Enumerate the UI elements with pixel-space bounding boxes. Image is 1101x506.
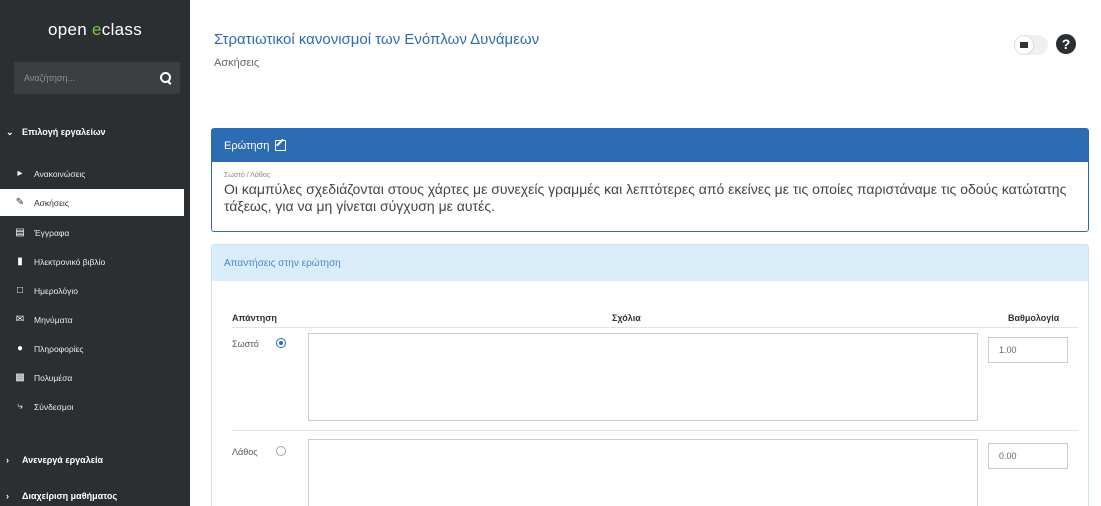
question-type: Σωστό / Λάθος (224, 172, 271, 179)
sidebar-item-calendar[interactable]: □ Ημερολόγιο (0, 277, 190, 304)
menu-group-main[interactable]: ⌄ Επιλογή εργαλείων (0, 119, 190, 145)
sidebar-search (14, 62, 180, 94)
announcements-icon: ▸ (17, 168, 23, 179)
search-icon[interactable] (160, 72, 172, 84)
documents-icon: ▤ (15, 227, 25, 238)
row-divider (232, 430, 1078, 431)
sidebar-item-links[interactable]: ⤷ Σύνδεσμοι (0, 393, 190, 420)
sidebar-item-exercises[interactable]: ✎ Ασκήσεις (0, 189, 184, 216)
chevron-right-icon: › (6, 455, 9, 465)
radio-wrong[interactable] (276, 446, 286, 456)
sidebar-item-label: Ηλεκτρονικό βιβλίο (34, 256, 106, 267)
ebook-icon: ▮ (17, 256, 23, 267)
links-icon: ⤷ (17, 401, 23, 412)
menu-group-inactive[interactable]: › Ανενεργά εργαλεία (0, 447, 190, 473)
logo-suffix: class (101, 20, 143, 39)
answers-header: Απαντήσεις στην ερώτηση (212, 245, 1088, 281)
answers-panel: Απαντήσεις στην ερώτηση Απάντηση Σχόλια … (211, 244, 1089, 506)
sidebar-item-label: Ανακοινώσεις (34, 168, 86, 179)
logo-prefix: open (47, 20, 93, 39)
grade-input-wrong[interactable]: 0.00 (988, 443, 1068, 469)
sidebar-item-label: Πολυμέσα (34, 372, 73, 383)
radio-correct[interactable] (276, 338, 286, 348)
comment-textarea-wrong[interactable] (308, 439, 978, 506)
course-title[interactable]: Στρατιωτικοί κανονισμοί των Ενόπλων Δυνά… (214, 31, 539, 48)
sidebar-item-label: Έγγραφα (34, 227, 70, 238)
sidebar-item-ebook[interactable]: ▮ Ηλεκτρονικό βιβλίο (0, 248, 190, 275)
breadcrumb: Ασκήσεις (214, 57, 260, 69)
question-header: Ερώτηση (212, 129, 1088, 162)
comment-textarea-correct[interactable] (308, 333, 978, 421)
menu-group-label: Επιλογή εργαλείων (22, 127, 106, 137)
info-icon: ● (16, 343, 24, 354)
column-header-comments: Σχόλια (612, 313, 641, 323)
menu-toggle-icon[interactable] (1014, 35, 1034, 55)
chevron-down-icon: ⌄ (6, 126, 14, 137)
sidebar: open eclass ⌄ Επιλογή εργαλείων ▸ Ανακοι… (0, 0, 190, 506)
chevron-right-icon: › (6, 491, 9, 501)
menu-group-manage[interactable]: › Διαχείριση μαθήματος (0, 483, 190, 506)
calendar-icon: □ (16, 285, 24, 296)
sidebar-item-documents[interactable]: ▤ Έγγραφα (0, 219, 190, 246)
messages-icon: ✉ (15, 314, 25, 325)
grade-input-correct[interactable]: 1.00 (988, 337, 1068, 363)
sidebar-item-label: Σύνδεσμοι (34, 401, 74, 412)
question-panel: Ερώτηση Σωστό / Λάθος Οι καμπύλες σχεδιά… (211, 128, 1089, 232)
answer-label-wrong: Λάθος (232, 447, 258, 457)
logo[interactable]: open eclass (0, 0, 190, 48)
question-text: Οι καμπύλες σχεδιάζονται στους χάρτες με… (224, 181, 1067, 214)
multimedia-icon: ▩ (15, 372, 25, 383)
sidebar-item-label: Πληροφορίες (34, 343, 84, 354)
column-header-grade: Βαθμολογία (1008, 313, 1060, 323)
search-input[interactable] (24, 73, 144, 83)
column-header-answer: Απάντηση (232, 313, 277, 323)
sidebar-item-multimedia[interactable]: ▩ Πολυμέσα (0, 364, 190, 391)
question-heading: Ερώτηση (224, 139, 270, 152)
app: open eclass ⌄ Επιλογή εργαλείων ▸ Ανακοι… (0, 0, 1101, 506)
header-divider (232, 327, 1078, 328)
exercises-icon: ✎ (15, 197, 25, 208)
edit-icon[interactable] (275, 140, 287, 151)
sidebar-item-label: Μηνύματα (34, 314, 73, 325)
help-icon[interactable]: ? (1056, 34, 1076, 54)
sidebar-item-messages[interactable]: ✉ Μηνύματα (0, 306, 190, 333)
menu-group-label: Ανενεργά εργαλεία (22, 455, 104, 465)
menu-group-label: Διαχείριση μαθήματος (22, 491, 118, 501)
sidebar-item-label: Ασκήσεις (34, 197, 69, 208)
sidebar-item-info[interactable]: ● Πληροφορίες (0, 335, 190, 362)
sidebar-item-announcements[interactable]: ▸ Ανακοινώσεις (0, 160, 190, 187)
logo-accent: e (92, 20, 102, 39)
answer-label-correct: Σωστό (232, 339, 259, 349)
sidebar-item-label: Ημερολόγιο (34, 285, 78, 296)
